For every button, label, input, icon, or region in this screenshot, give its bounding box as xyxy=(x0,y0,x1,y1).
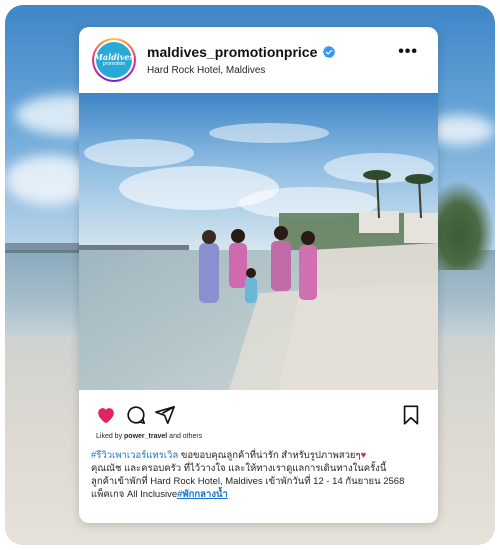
caption-line-2: คุณณัช และครอบครัว ที่ไว้วางใจ และให้ทาง… xyxy=(91,463,387,474)
hashtag-overwater[interactable]: #พักกลางน้ำ xyxy=(177,489,228,500)
liked-by-user[interactable]: power_travel xyxy=(124,433,167,440)
more-horizontal-icon[interactable]: ••• xyxy=(398,43,418,61)
post-photo[interactable] xyxy=(79,93,438,390)
share-icon[interactable] xyxy=(154,404,176,426)
heart-icon[interactable] xyxy=(95,404,117,426)
hashtag-review[interactable]: #รีวิวเพาเวอร์แทรเวิล xyxy=(91,450,178,461)
caption-line-3: ลูกค้าเข้าพักที่ Hard Rock Hotel, Maldiv… xyxy=(91,476,405,487)
bookmark-icon[interactable] xyxy=(400,404,422,426)
username-row[interactable]: maldives_promotionprice xyxy=(147,44,336,60)
avatar-logo-text: Maldives xyxy=(94,52,134,62)
avatar[interactable]: Maldives promotion xyxy=(92,38,136,82)
post-caption: #รีวิวเพาเวอร์แทรเวิล ขอขอบคุณลูกค้าที่น… xyxy=(91,449,431,501)
username[interactable]: maldives_promotionprice xyxy=(147,44,317,60)
likes-summary: Liked by power_travel and others xyxy=(96,433,202,440)
likes-prefix: Liked by xyxy=(96,433,123,440)
likes-suffix[interactable]: and others xyxy=(169,433,202,440)
caption-line-1: ขอขอบคุณลูกค้าที่น่ารัก สำหรับรูปภาพสวยๆ xyxy=(178,450,361,461)
comment-icon[interactable] xyxy=(125,404,147,426)
heart-emoji-icon: ♥ xyxy=(360,450,367,461)
post-actions-bar xyxy=(79,400,438,428)
avatar-logo-subtext: promotion xyxy=(102,61,126,67)
post-header: Maldives promotion maldives_promotionpri… xyxy=(79,27,438,93)
instagram-post-card: Maldives promotion maldives_promotionpri… xyxy=(79,27,438,523)
post-location[interactable]: Hard Rock Hotel, Maldives xyxy=(147,65,265,76)
caption-line-4: แพ็คเกจ All Inclusive xyxy=(91,489,178,500)
verified-badge-icon xyxy=(323,45,336,59)
